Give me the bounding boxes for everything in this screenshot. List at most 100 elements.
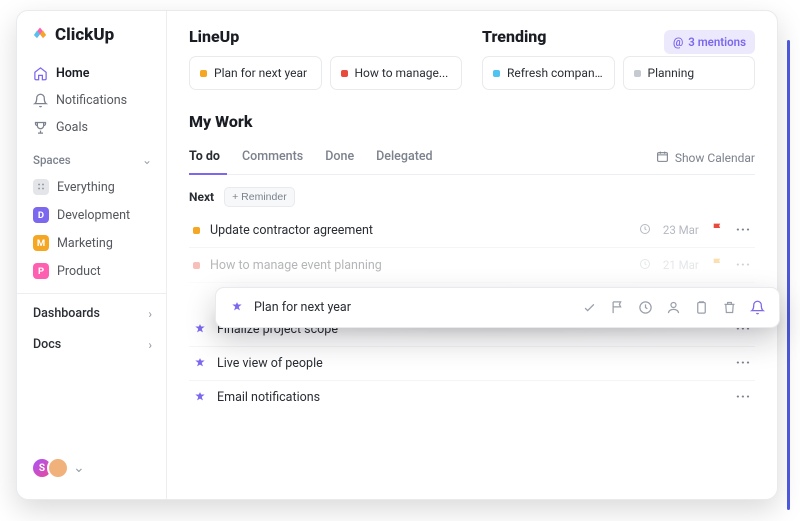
task-meta: 23 Mar ···	[639, 222, 751, 238]
tab-todo[interactable]: To do	[189, 141, 220, 174]
tab-delegated[interactable]: Delegated	[376, 141, 432, 174]
nav-notifications[interactable]: Notifications	[25, 87, 158, 114]
grid-icon: ∷	[33, 179, 49, 195]
more-button[interactable]: ···	[736, 390, 751, 405]
spaces-header-label: Spaces	[33, 153, 71, 167]
mywork-tabs: To do Comments Done Delegated Show Calen…	[189, 141, 755, 175]
mywork-title: My Work	[189, 112, 755, 131]
task-label: Email notifications	[217, 390, 320, 405]
task-label: Update contractor agreement	[210, 223, 373, 238]
nav-goals[interactable]: Goals	[25, 114, 158, 141]
calendar-icon	[656, 150, 669, 166]
nav-dashboards[interactable]: Dashboards ›	[17, 298, 166, 329]
task-popover: Plan for next year	[215, 287, 780, 328]
avatar[interactable]	[47, 457, 69, 479]
tab-done[interactable]: Done	[325, 141, 354, 174]
clock-icon[interactable]	[638, 300, 653, 315]
check-icon[interactable]	[582, 300, 597, 315]
task-row[interactable]: Update contractor agreement 23 Mar ···	[189, 213, 755, 248]
status-dot-icon	[200, 70, 207, 77]
more-button[interactable]: ···	[736, 223, 751, 238]
trending-card-label: Planning	[648, 66, 695, 80]
status-dot-icon	[341, 70, 348, 77]
mywork-section: My Work To do Comments Done Delegated Sh…	[189, 112, 755, 414]
space-badge-icon: M	[33, 235, 49, 251]
flag-icon[interactable]	[711, 222, 724, 238]
lineup-card[interactable]: How to manage...	[330, 56, 463, 90]
more-button[interactable]: ···	[736, 356, 751, 371]
nav-notifications-label: Notifications	[56, 93, 127, 108]
status-dot-icon	[193, 262, 200, 269]
primary-nav: Home Notifications Goals	[17, 60, 166, 141]
user-icon[interactable]	[666, 300, 681, 315]
lineup-card[interactable]: Plan for next year	[189, 56, 322, 90]
task-date: 21 Mar	[663, 258, 699, 272]
nav-dashboards-label: Dashboards	[33, 306, 100, 321]
task-row[interactable]: Live view of people ···	[189, 347, 755, 381]
space-badge-icon: D	[33, 207, 49, 223]
lineup-section: LineUp Plan for next year How to manage.…	[189, 27, 462, 90]
add-reminder-button[interactable]: + Reminder	[224, 187, 295, 207]
status-dot-icon	[634, 70, 641, 77]
trending-card-label: Refresh compan...	[507, 66, 604, 80]
nav-home[interactable]: Home	[25, 60, 158, 87]
user-avatars[interactable]: S ⌄	[17, 457, 166, 489]
bell-icon[interactable]	[750, 300, 765, 315]
trash-icon[interactable]	[722, 300, 737, 315]
space-label: Development	[57, 208, 130, 223]
next-label: Next	[189, 190, 214, 204]
trending-card[interactable]: Planning	[623, 56, 756, 90]
next-row: Next + Reminder	[189, 175, 755, 213]
main-content: LineUp Plan for next year How to manage.…	[167, 11, 777, 499]
bell-icon	[33, 93, 48, 108]
clock-icon	[639, 223, 651, 238]
task-meta: 21 Mar ···	[639, 257, 751, 273]
space-badge-icon: P	[33, 263, 49, 279]
show-calendar-button[interactable]: Show Calendar	[656, 150, 755, 166]
chevron-right-icon: ›	[148, 338, 152, 352]
tab-comments[interactable]: Comments	[242, 141, 303, 174]
lineup-card-label: Plan for next year	[214, 66, 307, 80]
reminder-icon	[193, 391, 207, 405]
spaces-header[interactable]: Spaces ⌄	[17, 141, 166, 173]
trophy-icon	[33, 120, 48, 135]
space-development[interactable]: D Development	[25, 201, 158, 229]
space-marketing[interactable]: M Marketing	[25, 229, 158, 257]
space-label: Product	[57, 264, 101, 279]
page-accent	[787, 40, 790, 510]
nav-docs[interactable]: Docs ›	[17, 329, 166, 360]
flag-icon[interactable]	[711, 257, 724, 273]
app-window: ClickUp Home Notifications Goals	[16, 10, 778, 500]
task-label: How to manage event planning	[210, 258, 382, 273]
task-date: 23 Mar	[663, 223, 699, 237]
popover-label: Plan for next year	[254, 300, 351, 315]
at-icon: @	[673, 35, 683, 49]
lineup-title: LineUp	[189, 27, 462, 46]
top-row: LineUp Plan for next year How to manage.…	[189, 27, 755, 90]
flag-icon[interactable]	[610, 300, 625, 315]
home-icon	[33, 66, 48, 81]
space-everything[interactable]: ∷ Everything	[25, 173, 158, 201]
status-dot-icon	[193, 227, 200, 234]
avatar-more-icon[interactable]: ⌄	[73, 460, 85, 476]
space-label: Everything	[57, 180, 115, 195]
brand-logo-icon	[31, 23, 49, 46]
trending-title: Trending	[482, 27, 546, 46]
trending-card[interactable]: Refresh compan...	[482, 56, 615, 90]
mentions-badge[interactable]: @ 3 mentions	[664, 30, 755, 54]
sidebar: ClickUp Home Notifications Goals	[17, 11, 167, 499]
more-button[interactable]: ···	[736, 258, 751, 273]
clipboard-icon[interactable]	[694, 300, 709, 315]
show-calendar-label: Show Calendar	[675, 151, 755, 165]
popover-actions	[582, 300, 765, 315]
clock-icon	[639, 258, 651, 273]
lineup-cards: Plan for next year How to manage...	[189, 56, 462, 90]
task-label: Live view of people	[217, 356, 323, 371]
task-row[interactable]: How to manage event planning 21 Mar ···	[189, 248, 755, 283]
reminder-icon	[193, 323, 207, 337]
status-dot-icon	[493, 70, 500, 77]
mentions-label: 3 mentions	[688, 35, 746, 49]
reminder-icon	[230, 301, 244, 315]
space-product[interactable]: P Product	[25, 257, 158, 285]
task-row[interactable]: Email notifications ···	[189, 381, 755, 414]
